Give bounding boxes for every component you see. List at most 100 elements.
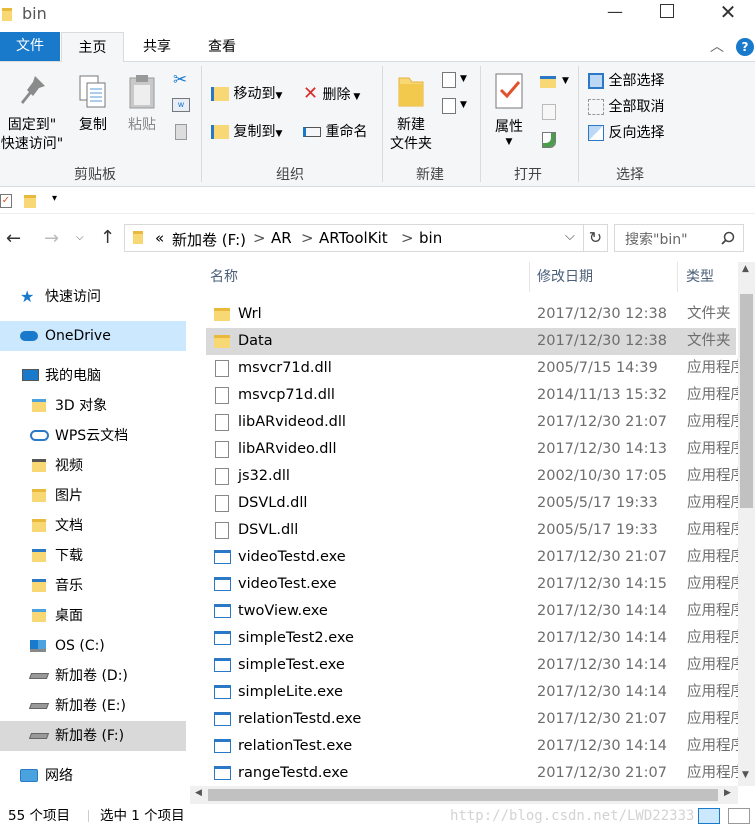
file-row[interactable]: twoView.exe 2017/12/30 14:14 应用程序 <box>206 598 738 625</box>
column-divider[interactable] <box>529 262 530 292</box>
file-row[interactable]: libARvideod.dll 2017/12/30 21:07 应用程序 <box>206 409 738 436</box>
file-row[interactable]: msvcp71d.dll 2014/11/13 15:32 应用程序 <box>206 382 738 409</box>
nav-quick-access[interactable]: ★ 快速访问 <box>0 282 186 312</box>
paste-shortcut-icon[interactable] <box>175 124 187 140</box>
breadcrumb-separator[interactable]: > <box>253 229 266 247</box>
file-row[interactable]: libARvideo.dll 2017/12/30 14:13 应用程序 <box>206 436 738 463</box>
forward-button[interactable]: → <box>44 228 59 249</box>
tab-view[interactable]: 查看 <box>192 32 252 62</box>
breadcrumb-ar[interactable]: AR <box>271 229 292 247</box>
minimize-button[interactable]: — <box>600 2 630 21</box>
paste-button[interactable]: 粘贴 <box>120 74 164 135</box>
tab-file[interactable]: 文件 <box>0 32 60 61</box>
breadcrumb-artoolkit[interactable]: ARToolKit <box>319 229 388 247</box>
nav-desktop[interactable]: 桌面 <box>0 601 186 631</box>
breadcrumb-drive[interactable]: 新加卷 (F:) <box>172 229 246 250</box>
tab-home[interactable]: 主页 <box>61 32 124 63</box>
file-row[interactable]: DSVLd.dll 2005/5/17 19:33 应用程序 <box>206 490 738 517</box>
scroll-left-icon[interactable]: ◀ <box>195 788 202 798</box>
file-row[interactable]: js32.dll 2002/10/30 17:05 应用程序 <box>206 463 738 490</box>
details-view-icon[interactable] <box>698 808 720 824</box>
vertical-scrollbar[interactable]: ▲ ▼ <box>738 262 755 786</box>
open-icon[interactable] <box>540 76 556 88</box>
nav-this-pc[interactable]: 我的电脑 <box>0 361 186 391</box>
column-header-date[interactable]: 修改日期 <box>537 262 667 292</box>
file-row[interactable]: rangeTestd.exe 2017/12/30 21:07 应用程序 <box>206 760 738 786</box>
copy-button[interactable]: 复制 <box>70 74 116 135</box>
address-dropdown-icon[interactable]: ⌵ <box>565 229 575 244</box>
scroll-up-icon[interactable]: ▲ <box>742 264 749 274</box>
nav-drive-e[interactable]: 新加卷 (E:) <box>0 691 186 721</box>
customize-toolbar-icon[interactable]: ▾ <box>52 193 57 204</box>
column-header-type[interactable]: 类型 <box>686 262 736 292</box>
easy-access-icon[interactable] <box>442 98 456 114</box>
file-row[interactable]: videoTest.exe 2017/12/30 14:15 应用程序 <box>206 571 738 598</box>
copy-to-button[interactable]: 复制到▼ <box>211 122 282 144</box>
horizontal-scrollbar[interactable]: ◀ ▶ <box>190 786 738 804</box>
folder-icon[interactable] <box>24 195 36 208</box>
scroll-thumb[interactable] <box>740 294 753 508</box>
recent-locations-icon[interactable]: ⌵ <box>76 232 84 243</box>
column-header-name[interactable]: 名称 <box>210 262 510 292</box>
file-row[interactable]: Data 2017/12/30 12:38 文件夹 <box>206 328 736 355</box>
move-to-button[interactable]: 移动到▼ <box>211 84 282 106</box>
nav-3d-objects[interactable]: 3D 对象 <box>0 391 186 421</box>
pin-quick-access-button[interactable]: 固定到" 快速访问" <box>0 74 64 154</box>
overflow-chevron[interactable]: « <box>155 229 164 247</box>
new-item-icon[interactable] <box>442 72 456 88</box>
delete-button[interactable]: ✕ 删除 ▼ <box>303 84 360 107</box>
nav-music[interactable]: 音乐 <box>0 571 186 601</box>
new-folder-button[interactable]: 新建 文件夹 <box>386 72 436 154</box>
scroll-right-icon[interactable]: ▶ <box>724 788 731 798</box>
search-box[interactable]: 搜索"bin" <box>614 224 744 252</box>
rename-button[interactable]: 重命名 <box>303 122 367 142</box>
copy-path-icon[interactable]: w <box>172 98 190 112</box>
breadcrumb-bin[interactable]: bin <box>419 229 442 247</box>
dropdown-arrow-icon[interactable]: ▼ <box>562 76 569 86</box>
nav-videos[interactable]: 视频 <box>0 451 186 481</box>
file-row[interactable]: relationTest.exe 2017/12/30 14:14 应用程序 <box>206 733 738 760</box>
address-bar[interactable]: « 新加卷 (F:) > AR > ARToolKit > bin ⌵ ↻ <box>124 224 608 252</box>
invert-selection-button[interactable]: 反向选择 <box>588 123 664 143</box>
file-row[interactable]: relationTestd.exe 2017/12/30 21:07 应用程序 <box>206 706 738 733</box>
nav-drive-f[interactable]: 新加卷 (F:) <box>0 721 186 751</box>
cut-icon[interactable]: ✂ <box>173 70 187 90</box>
nav-network[interactable]: 网络 <box>0 761 186 791</box>
file-row[interactable]: simpleTest.exe 2017/12/30 14:14 应用程序 <box>206 652 738 679</box>
nav-drive-d[interactable]: 新加卷 (D:) <box>0 661 186 691</box>
collapse-ribbon-icon[interactable]: ︿ <box>710 36 724 56</box>
column-divider[interactable] <box>677 262 678 292</box>
nav-pictures[interactable]: 图片 <box>0 481 186 511</box>
properties-check-icon[interactable]: ✓ <box>0 194 12 208</box>
nav-downloads[interactable]: 下载 <box>0 541 186 571</box>
back-button[interactable]: ← <box>6 228 21 249</box>
dropdown-arrow-icon[interactable]: ▼ <box>460 100 467 110</box>
nav-drive-c[interactable]: OS (C:) <box>0 631 186 661</box>
file-row[interactable]: Wrl 2017/12/30 12:38 文件夹 <box>206 301 736 328</box>
edit-icon[interactable] <box>542 104 556 120</box>
scroll-thumb[interactable] <box>208 789 718 801</box>
select-all-button[interactable]: 全部选择 <box>588 71 664 91</box>
up-button[interactable]: ↑ <box>100 227 115 248</box>
close-button[interactable]: ✕ <box>716 0 740 24</box>
file-row[interactable]: msvcr71d.dll 2005/7/15 14:39 应用程序 <box>206 355 738 382</box>
tab-share[interactable]: 共享 <box>128 32 186 62</box>
nav-onedrive[interactable]: OneDrive <box>0 321 186 351</box>
file-row[interactable]: DSVL.dll 2005/5/17 19:33 应用程序 <box>206 517 738 544</box>
file-row[interactable]: simpleLite.exe 2017/12/30 14:14 应用程序 <box>206 679 738 706</box>
file-row[interactable]: simpleTest2.exe 2017/12/30 14:14 应用程序 <box>206 625 738 652</box>
dropdown-arrow-icon[interactable]: ▼ <box>460 74 467 84</box>
search-input[interactable]: 搜索"bin" <box>625 229 688 249</box>
file-row[interactable]: videoTestd.exe 2017/12/30 21:07 应用程序 <box>206 544 738 571</box>
select-none-button[interactable]: 全部取消 <box>588 97 664 117</box>
search-icon[interactable] <box>721 231 735 245</box>
properties-button[interactable]: 属性 ▼ <box>486 72 532 147</box>
breadcrumb-separator[interactable]: > <box>301 229 314 247</box>
nav-documents[interactable]: 文档 <box>0 511 186 541</box>
refresh-icon[interactable]: ↻ <box>583 225 607 251</box>
history-icon[interactable] <box>542 132 556 148</box>
scroll-down-icon[interactable]: ▼ <box>742 770 749 780</box>
breadcrumb-separator[interactable]: > <box>401 229 414 247</box>
maximize-button[interactable] <box>660 4 674 18</box>
large-icons-view-icon[interactable] <box>728 808 750 824</box>
